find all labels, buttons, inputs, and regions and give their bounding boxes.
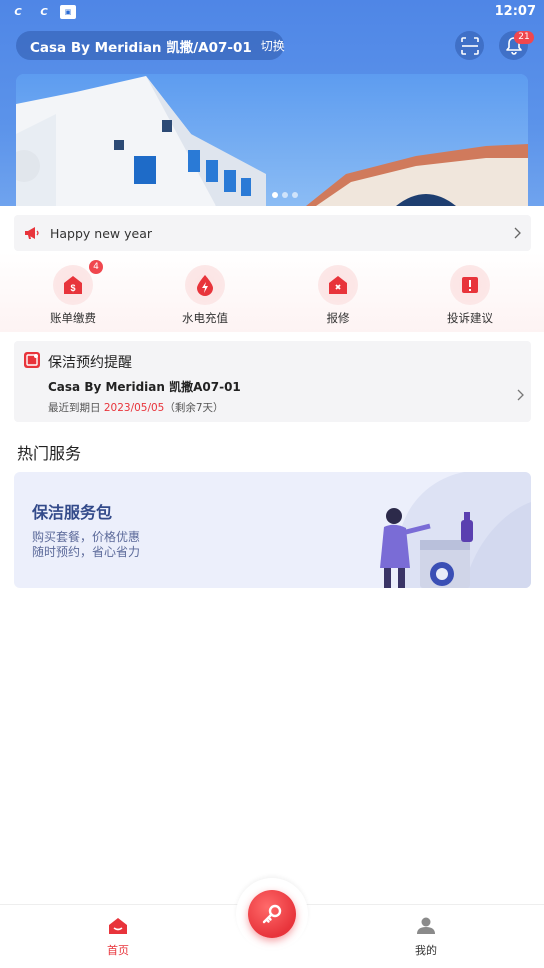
nav-mine-label: 我的 <box>415 944 437 957</box>
banner-dot[interactable] <box>272 192 278 198</box>
nav-home-label: 首页 <box>107 944 129 957</box>
cleaning-reminder-card[interactable]: 保洁预约提醒 Casa By Meridian 凯撒A07-01 最近到期日 2… <box>14 341 531 422</box>
reminder-icon <box>24 352 40 368</box>
app-badge-icon: ▣ <box>60 5 76 19</box>
complaint-icon <box>462 277 478 293</box>
quick-icon-wrap: $ <box>53 265 93 305</box>
quick-action-complaint[interactable]: 投诉建议 <box>430 265 510 326</box>
switch-location-button[interactable]: 切换 <box>261 37 285 54</box>
app-notification-icon: C <box>40 6 48 18</box>
nav-home[interactable]: 首页 <box>88 917 148 958</box>
door-key-button[interactable] <box>248 890 296 938</box>
reminder-place: Casa By Meridian 凯撒A07-01 <box>48 380 241 394</box>
banner-pagination <box>272 192 298 198</box>
quick-action-bill-payment[interactable]: $ 4 账单缴费 <box>33 260 113 326</box>
bill-icon: $ <box>64 276 82 294</box>
reminder-title: 保洁预约提醒 <box>48 355 132 371</box>
status-time: 12:07 <box>494 4 536 19</box>
status-bar: C C ▣ 12:07 <box>0 0 544 24</box>
quick-action-label: 报修 <box>326 311 350 325</box>
banner-image <box>16 74 528 206</box>
location-name: Casa By Meridian 凯撒/A07-01 <box>30 39 252 56</box>
svg-text:$: $ <box>70 283 75 293</box>
scan-button[interactable] <box>455 31 484 60</box>
nav-mine[interactable]: 我的 <box>396 917 456 958</box>
chevron-right-icon <box>517 389 524 401</box>
hot-services-title: 热门服务 <box>17 444 82 463</box>
announcement-text: Happy new year <box>50 225 152 241</box>
home-icon <box>109 918 127 934</box>
quick-icon-wrap <box>185 265 225 305</box>
content-sheet <box>0 332 544 968</box>
quick-icon-wrap <box>450 265 490 305</box>
scan-icon <box>460 36 479 55</box>
banner-dot[interactable] <box>282 192 288 198</box>
service-card-title: 保洁服务包 <box>32 503 113 522</box>
location-selector[interactable]: Casa By Meridian 凯撒/A07-01 切换 <box>16 31 285 60</box>
quick-action-label: 水电充值 <box>182 311 228 325</box>
quick-action-label: 账单缴费 <box>50 311 96 325</box>
key-icon <box>262 904 282 924</box>
due-date: 2023/05/05 <box>103 402 165 414</box>
chevron-right-icon <box>514 227 521 239</box>
megaphone-icon <box>25 227 39 239</box>
quick-action-repair[interactable]: 报修 <box>298 265 378 326</box>
bill-badge: 4 <box>89 260 103 274</box>
utility-icon <box>197 275 213 296</box>
app-notification-icon: C <box>14 6 22 18</box>
banner-dot[interactable] <box>292 192 298 198</box>
quick-actions: $ 4 账单缴费 水电充值 报修 投诉建议 <box>0 252 544 332</box>
notification-count-badge: 21 <box>514 31 534 44</box>
quick-icon-wrap <box>318 265 358 305</box>
cleaning-illustration <box>380 472 531 588</box>
due-prefix: 最近到期日 <box>48 402 101 414</box>
announcement-bar[interactable]: Happy new year <box>14 215 531 251</box>
repair-icon <box>329 276 347 294</box>
cleaning-package-card[interactable]: 保洁服务包 购买套餐，价格优惠 随时预约，省心省力 <box>14 472 531 588</box>
quick-action-label: 投诉建议 <box>447 311 493 325</box>
service-card-line: 随时预约，省心省力 <box>32 545 141 559</box>
promo-banner[interactable] <box>16 74 528 206</box>
quick-action-utility-recharge[interactable]: 水电充值 <box>165 265 245 326</box>
user-icon <box>417 917 435 934</box>
due-remaining: （剩余7天） <box>164 402 224 414</box>
reminder-due: 最近到期日 2023/05/05（剩余7天） <box>48 400 224 415</box>
